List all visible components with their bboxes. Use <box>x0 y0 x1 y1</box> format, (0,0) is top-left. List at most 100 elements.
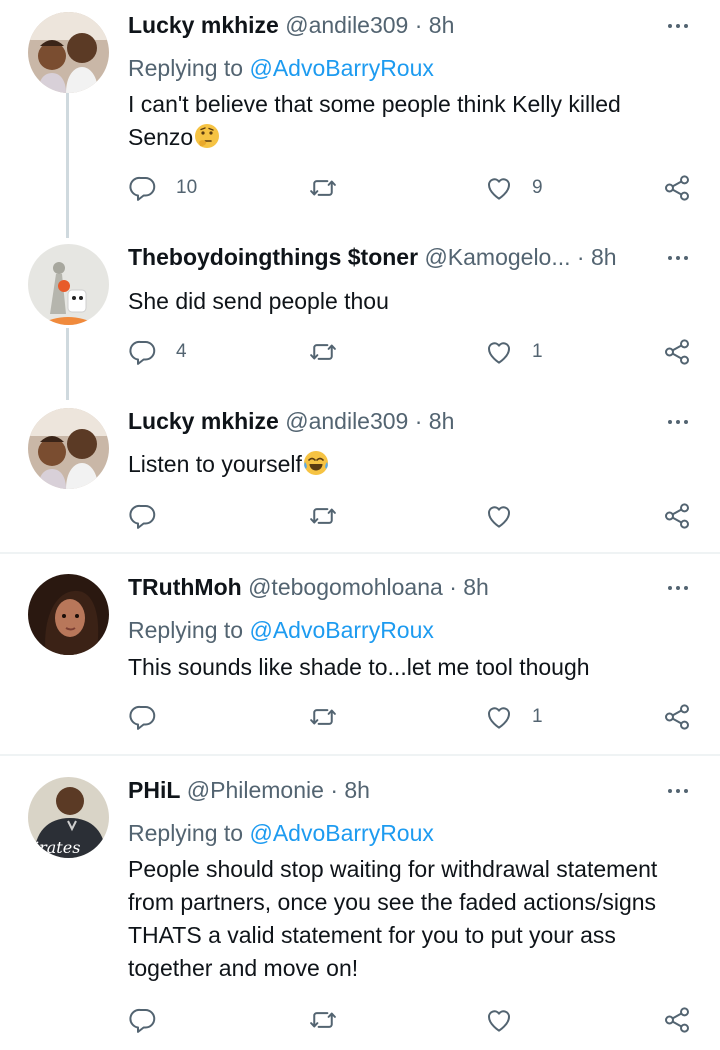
tweet-text: People should stop waiting for withdrawa… <box>128 853 683 985</box>
share-button[interactable] <box>662 499 692 533</box>
retweet-icon <box>308 173 338 203</box>
reply-count: 10 <box>176 177 198 198</box>
replying-mention-link[interactable]: @AdvoBarryRoux <box>249 617 433 643</box>
thread-line <box>66 92 69 238</box>
user-handle[interactable]: @tebogomohloana <box>248 574 443 600</box>
separator: · <box>414 12 423 38</box>
timestamp[interactable]: 8h <box>429 12 455 38</box>
share-button[interactable] <box>662 1003 692 1037</box>
like-icon <box>484 501 514 531</box>
action-bar: 4 1 <box>128 335 698 369</box>
retweet-button[interactable] <box>308 499 338 533</box>
retweet-button[interactable] <box>308 700 338 734</box>
retweet-icon <box>308 1005 338 1035</box>
timestamp[interactable]: 8h <box>463 574 489 600</box>
like-button[interactable]: 9 <box>484 171 543 205</box>
timestamp[interactable]: 8h <box>591 244 617 270</box>
timestamp[interactable]: 8h <box>344 777 370 803</box>
like-icon <box>484 173 514 203</box>
share-icon <box>662 1005 692 1035</box>
action-bar <box>128 499 698 533</box>
like-icon <box>484 1005 514 1035</box>
retweet-icon <box>308 337 338 367</box>
more-icon[interactable] <box>664 410 692 434</box>
avatar[interactable] <box>28 408 109 489</box>
like-icon <box>484 337 514 367</box>
share-button[interactable] <box>662 700 692 734</box>
reply-icon <box>128 337 158 367</box>
tweet[interactable]: Theboydoingthings $toner @Kamogelo... · … <box>0 232 720 400</box>
tweet-text-body: Listen to yourself <box>128 451 302 477</box>
reply-button[interactable] <box>128 1003 158 1037</box>
tweet[interactable]: Lucky mkhize @andile309 · 8h Replying to… <box>0 0 720 238</box>
reply-button[interactable]: 4 <box>128 335 187 369</box>
like-count: 1 <box>532 706 543 727</box>
timestamp[interactable]: 8h <box>429 408 455 434</box>
retweet-button[interactable] <box>308 171 338 205</box>
display-name[interactable]: Lucky mkhize <box>128 408 279 434</box>
tweet-header: Lucky mkhize @andile309 · 8h <box>128 408 650 435</box>
tweet-text: She did send people thou <box>128 285 688 318</box>
user-handle[interactable]: @Philemonie <box>187 777 324 803</box>
separator: · <box>414 408 423 434</box>
more-icon[interactable] <box>664 14 692 38</box>
replying-to: Replying to @AdvoBarryRoux <box>128 820 434 847</box>
like-count: 9 <box>532 177 543 198</box>
more-icon[interactable] <box>664 779 692 803</box>
replying-mention-link[interactable]: @AdvoBarryRoux <box>249 820 433 846</box>
reply-icon <box>128 1005 158 1035</box>
tweet-text-body: People should stop waiting for withdrawa… <box>128 856 658 981</box>
divider <box>0 754 720 756</box>
like-button[interactable]: 1 <box>484 700 543 734</box>
user-handle[interactable]: @Kamogelo... <box>424 244 570 270</box>
avatar[interactable] <box>28 574 109 655</box>
retweet-icon <box>308 501 338 531</box>
more-icon[interactable] <box>664 576 692 600</box>
replying-to: Replying to @AdvoBarryRoux <box>128 55 434 82</box>
share-button[interactable] <box>662 335 692 369</box>
display-name[interactable]: TRuthMoh <box>128 574 242 600</box>
thinking-face-icon <box>193 122 221 150</box>
retweet-button[interactable] <box>308 335 338 369</box>
thread-line <box>66 328 69 400</box>
more-icon[interactable] <box>664 246 692 270</box>
action-bar: 10 9 <box>128 171 698 205</box>
retweet-icon <box>308 702 338 732</box>
tweet[interactable]: irates PHiL @Philemonie · 8h Replying to… <box>0 765 720 1050</box>
user-handle[interactable]: @andile309 <box>285 12 408 38</box>
avatar[interactable] <box>28 244 109 325</box>
avatar[interactable] <box>28 12 109 93</box>
avatar-jersey-text: irates <box>34 838 80 857</box>
tweet-header: TRuthMoh @tebogomohloana · 8h <box>128 574 650 601</box>
share-icon <box>662 173 692 203</box>
share-icon <box>662 501 692 531</box>
action-bar <box>128 1003 698 1037</box>
like-button[interactable] <box>484 499 514 533</box>
like-button[interactable] <box>484 1003 514 1037</box>
tweet-header: PHiL @Philemonie · 8h <box>128 777 650 804</box>
separator: · <box>449 574 457 600</box>
display-name[interactable]: Theboydoingthings $toner <box>128 244 418 270</box>
tweet-text-body: This sounds like shade to...let me tool … <box>128 654 590 680</box>
replying-prefix: Replying to <box>128 55 250 81</box>
display-name[interactable]: Lucky mkhize <box>128 12 279 38</box>
replying-to: Replying to @AdvoBarryRoux <box>128 617 434 644</box>
reply-button[interactable]: 10 <box>128 171 197 205</box>
share-button[interactable] <box>662 171 692 205</box>
separator: · <box>330 777 338 803</box>
user-handle[interactable]: @andile309 <box>285 408 408 434</box>
tweet[interactable]: TRuthMoh @tebogomohloana · 8h Replying t… <box>0 562 720 754</box>
replying-prefix: Replying to <box>128 820 250 846</box>
reply-icon <box>128 702 158 732</box>
avatar[interactable]: irates <box>28 777 109 858</box>
like-button[interactable]: 1 <box>484 335 543 369</box>
replying-mention-link[interactable]: @AdvoBarryRoux <box>249 55 433 81</box>
like-count: 1 <box>532 341 543 362</box>
tears-of-joy-icon <box>302 449 330 477</box>
display-name[interactable]: PHiL <box>128 777 180 803</box>
reply-button[interactable] <box>128 700 158 734</box>
reply-button[interactable] <box>128 499 158 533</box>
divider <box>0 552 720 554</box>
retweet-button[interactable] <box>308 1003 338 1037</box>
tweet[interactable]: Lucky mkhize @andile309 · 8h Listen to y… <box>0 396 720 552</box>
